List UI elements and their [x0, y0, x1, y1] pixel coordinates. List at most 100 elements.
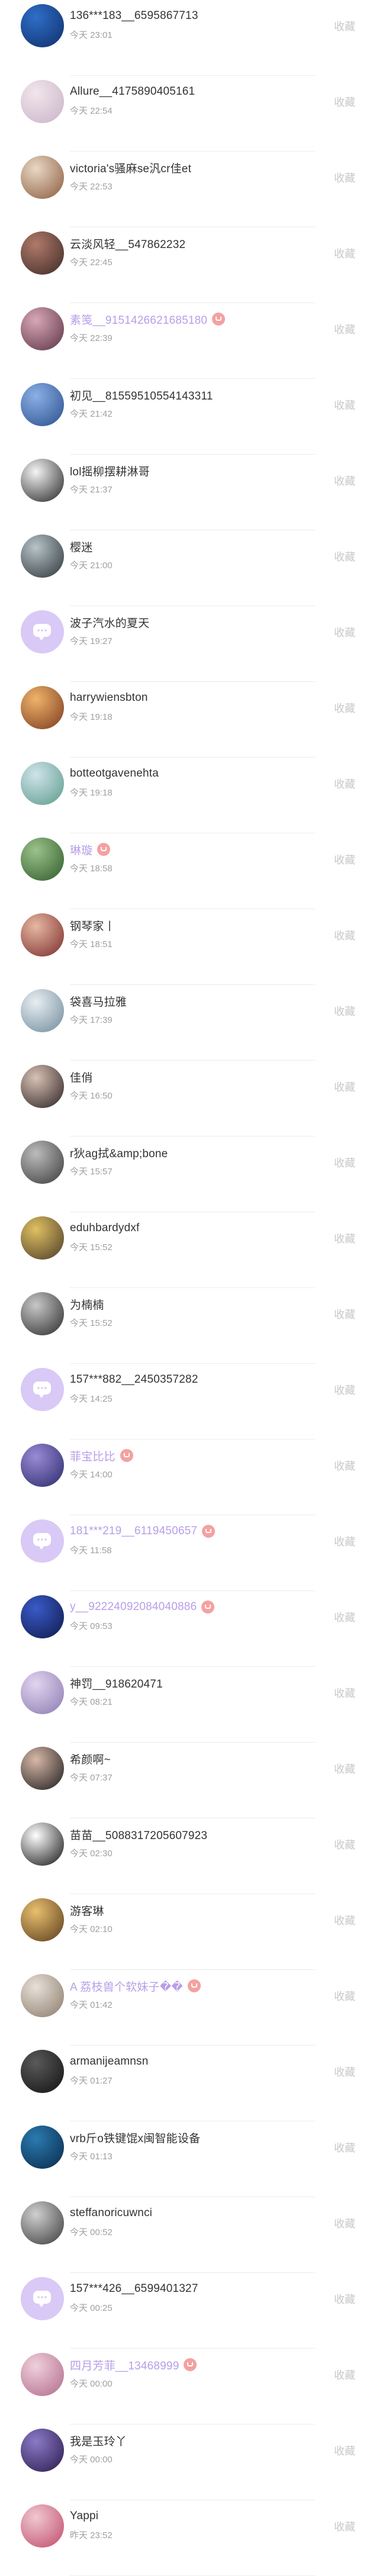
user-row[interactable]: 琳璇 今天 18:58 收藏 [0, 833, 379, 909]
user-row[interactable]: 136***183__6595867713 今天 23:01 收藏 [0, 0, 379, 76]
user-name[interactable]: 佳俏 [70, 1069, 92, 1085]
user-row[interactable]: y__92224092084040886 今天 09:53 收藏 [0, 1591, 379, 1667]
collect-button[interactable]: 收藏 [334, 1458, 355, 1473]
avatar[interactable] [21, 1898, 64, 1941]
avatar[interactable] [21, 1822, 64, 1866]
avatar[interactable] [21, 1974, 64, 2017]
user-row[interactable]: 菲宝比比 今天 14:00 收藏 [0, 1440, 379, 1515]
user-row[interactable]: botteotgavenehta 今天 19:18 收藏 [0, 758, 379, 833]
avatar[interactable] [21, 2277, 64, 2320]
user-row[interactable]: 希颜啊~ 今天 07:37 收藏 [0, 1743, 379, 1818]
avatar[interactable] [21, 2504, 64, 2548]
user-row[interactable]: Yappi 昨天 23:52 收藏 [0, 2500, 379, 2576]
collect-button[interactable]: 收藏 [334, 1003, 355, 1019]
collect-button[interactable]: 收藏 [334, 397, 355, 413]
user-row[interactable]: A 荔枝兽个软妹子�� 今天 01:42 收藏 [0, 1970, 379, 2046]
avatar[interactable] [21, 989, 64, 1032]
avatar[interactable] [21, 2201, 64, 2245]
collect-button[interactable]: 收藏 [334, 94, 355, 110]
avatar[interactable] [21, 156, 64, 199]
user-name[interactable]: botteotgavenehta [70, 767, 159, 780]
avatar[interactable] [21, 1065, 64, 1108]
user-row[interactable]: 为楠楠 今天 15:52 收藏 [0, 1288, 379, 1364]
avatar[interactable] [21, 1747, 64, 1790]
avatar[interactable] [21, 1141, 64, 1184]
user-name[interactable]: eduhbardydxf [70, 1222, 140, 1235]
user-name[interactable]: Allure__4175890405161 [70, 85, 195, 98]
user-name[interactable]: 云淡风轻__547862232 [70, 236, 185, 252]
collect-button[interactable]: 收藏 [334, 2367, 355, 2382]
user-row[interactable]: 157***426__6599401327 今天 00:25 收藏 [0, 2273, 379, 2349]
user-row[interactable]: harrywiensbton 今天 19:18 收藏 [0, 682, 379, 758]
user-name[interactable]: steffanoricuwnci [70, 2207, 152, 2220]
user-name[interactable]: 神罚__918620471 [70, 1675, 163, 1691]
user-row[interactable]: 157***882__2450357282 今天 14:25 收藏 [0, 1364, 379, 1440]
user-name[interactable]: 波子汽水的夏天 [70, 614, 149, 630]
avatar[interactable] [21, 459, 64, 502]
user-row[interactable]: 波子汽水的夏天 今天 19:27 收藏 [0, 606, 379, 682]
avatar[interactable] [21, 1444, 64, 1487]
user-row[interactable]: 素笺__9151426621685180 今天 22:39 收藏 [0, 303, 379, 379]
avatar[interactable] [21, 307, 64, 350]
collect-button[interactable]: 收藏 [334, 1534, 355, 1549]
collect-button[interactable]: 收藏 [334, 18, 355, 34]
collect-button[interactable]: 收藏 [334, 1609, 355, 1625]
user-row[interactable]: 初见__81559510554143311 今天 21:42 收藏 [0, 379, 379, 455]
collect-button[interactable]: 收藏 [334, 1988, 355, 2004]
avatar[interactable] [21, 2429, 64, 2472]
user-name[interactable]: 菲宝比比 [70, 1448, 115, 1464]
collect-button[interactable]: 收藏 [334, 1382, 355, 1398]
collect-button[interactable]: 收藏 [334, 776, 355, 791]
avatar[interactable] [21, 1292, 64, 1335]
user-row[interactable]: steffanoricuwnci 今天 00:52 收藏 [0, 2197, 379, 2273]
avatar[interactable] [21, 1216, 64, 1260]
avatar[interactable] [21, 610, 64, 653]
collect-button[interactable]: 收藏 [334, 2519, 355, 2534]
user-row[interactable]: 181***219__6119450657 今天 11:58 收藏 [0, 1515, 379, 1591]
user-row[interactable]: victoria's骚麻se汎cr佳et 今天 22:53 收藏 [0, 152, 379, 227]
user-name[interactable]: 我是玉玲丫 [70, 2433, 127, 2449]
collect-button[interactable]: 收藏 [334, 2443, 355, 2458]
collect-button[interactable]: 收藏 [334, 1837, 355, 1852]
collect-button[interactable]: 收藏 [334, 1761, 355, 1776]
user-name[interactable]: armanijeamnsn [70, 2055, 149, 2068]
user-row[interactable]: vrb斤o铁键馄x闽智能设备 今天 01:13 收藏 [0, 2121, 379, 2197]
collect-button[interactable]: 收藏 [334, 473, 355, 488]
user-row[interactable]: 钢琴家丨 今天 18:51 收藏 [0, 909, 379, 985]
user-name[interactable]: lol摇柳摆耕淋哥 [70, 463, 150, 479]
avatar[interactable] [21, 2126, 64, 2169]
user-row[interactable]: 游客琳 今天 02:10 收藏 [0, 1894, 379, 1970]
avatar[interactable] [21, 2050, 64, 2093]
user-row[interactable]: 佳俏 今天 16:50 收藏 [0, 1061, 379, 1136]
avatar[interactable] [21, 383, 64, 426]
user-row[interactable]: 我是玉玲丫 今天 00:00 收藏 [0, 2424, 379, 2500]
user-row[interactable]: armanijeamnsn 今天 01:27 收藏 [0, 2046, 379, 2121]
collect-button[interactable]: 收藏 [334, 852, 355, 867]
user-name[interactable]: 苗苗__5088317205607923 [70, 1827, 207, 1843]
collect-button[interactable]: 收藏 [334, 1685, 355, 1701]
avatar[interactable] [21, 534, 64, 578]
user-name[interactable]: r狄ag拭&amp;bone [70, 1145, 168, 1161]
user-name[interactable]: 157***882__2450357282 [70, 1373, 198, 1386]
collect-button[interactable]: 收藏 [334, 1306, 355, 1322]
collect-button[interactable]: 收藏 [334, 2064, 355, 2079]
user-name[interactable]: 181***219__6119450657 [70, 1525, 197, 1538]
collect-button[interactable]: 收藏 [334, 2291, 355, 2307]
user-name[interactable]: Yappi [70, 2510, 98, 2523]
user-row[interactable]: Allure__4175890405161 今天 22:54 收藏 [0, 76, 379, 152]
avatar[interactable] [21, 231, 64, 275]
user-name[interactable]: 希颜啊~ [70, 1751, 111, 1767]
user-row[interactable]: 神罚__918620471 今天 08:21 收藏 [0, 1667, 379, 1743]
user-row[interactable]: 云淡风轻__547862232 今天 22:45 收藏 [0, 227, 379, 303]
avatar[interactable] [21, 762, 64, 805]
user-row[interactable]: 樱迷 今天 21:00 收藏 [0, 530, 379, 606]
user-row[interactable]: r狄ag拭&amp;bone 今天 15:57 收藏 [0, 1136, 379, 1212]
collect-button[interactable]: 收藏 [334, 2140, 355, 2155]
avatar[interactable] [21, 686, 64, 729]
avatar[interactable] [21, 4, 64, 47]
collect-button[interactable]: 收藏 [334, 2216, 355, 2231]
avatar[interactable] [21, 1519, 64, 1563]
user-name[interactable]: 樱迷 [70, 539, 92, 555]
collect-button[interactable]: 收藏 [334, 549, 355, 564]
avatar[interactable] [21, 2353, 64, 2396]
